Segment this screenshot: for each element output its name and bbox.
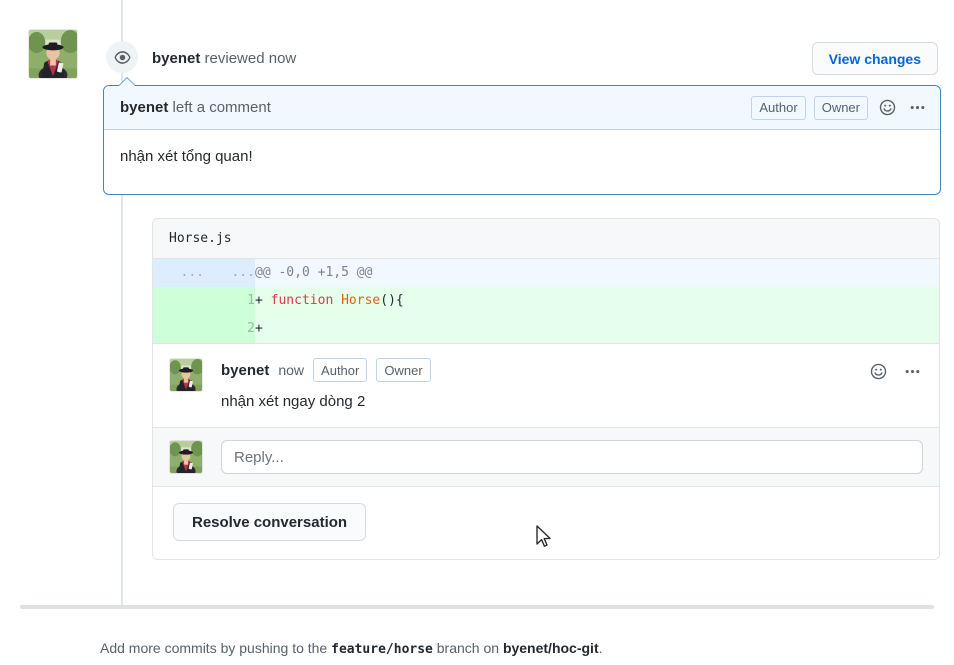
comment-header-actions: Author Owner	[751, 95, 928, 120]
comment-author[interactable]: byenet	[120, 99, 168, 116]
resolve-conversation-button[interactable]: Resolve conversation	[173, 503, 367, 541]
hunk-header-text: @@ -0,0 +1,5 @@	[255, 259, 939, 287]
added-new-lineno[interactable]: 2	[204, 315, 255, 343]
review-header: byenet reviewed now View changes	[0, 14, 954, 79]
footer-middle: branch on	[436, 640, 500, 656]
hunk-old-lineno: ...	[153, 259, 204, 287]
pull-request-review-page: byenet reviewed now View changes byenet …	[0, 0, 954, 665]
footer-note: Add more commits by pushing to the featu…	[100, 638, 603, 660]
review-comment-box: byenet left a comment Author Owner nhận …	[103, 77, 941, 195]
footer-suffix: .	[598, 640, 603, 656]
review-state-badge	[106, 41, 138, 73]
review-action: reviewed	[204, 50, 265, 67]
diff-marker: +	[255, 321, 263, 336]
diff-filename[interactable]: Horse.js	[153, 219, 939, 259]
smiley-icon[interactable]	[867, 360, 889, 382]
comment-action: left a comment	[172, 99, 271, 116]
reply-input[interactable]	[221, 440, 923, 474]
added-code-line: + function Horse(){	[255, 287, 939, 315]
avatar-image	[170, 359, 202, 391]
review-author[interactable]: byenet	[152, 50, 200, 67]
code-token-keyword: function	[270, 293, 342, 308]
diff-row-added: 2 +	[153, 315, 939, 343]
added-old-lineno	[153, 315, 204, 343]
avatar[interactable]	[169, 440, 203, 474]
section-divider	[20, 605, 934, 609]
view-changes-button[interactable]: View changes	[811, 42, 938, 75]
avatar-image	[170, 441, 202, 473]
review-summary-text: byenet reviewed now	[152, 48, 296, 70]
inline-comment-author[interactable]: byenet	[221, 362, 269, 379]
smiley-icon[interactable]	[876, 97, 898, 119]
inline-comment-body: nhận xét ngay dòng 2	[221, 393, 366, 410]
footer-branch: feature/horse	[331, 642, 433, 657]
code-token-punct: (){	[380, 293, 404, 308]
eye-icon	[114, 50, 130, 64]
footer-prefix: Add more commits by pushing to the	[100, 640, 328, 656]
diff-marker: +	[255, 293, 263, 308]
resolve-row: Resolve conversation	[153, 486, 939, 559]
inline-comment: byenet now Author Owner nhận xét ngay dò…	[153, 343, 939, 427]
code-token-function-name: Horse	[341, 293, 381, 308]
comment-header-title: byenet left a comment	[120, 99, 271, 116]
badge-author: Author	[313, 358, 368, 382]
kebab-menu-icon[interactable]	[906, 97, 928, 119]
comment-header: byenet left a comment Author Owner	[104, 86, 940, 130]
footer-repo: byenet/hoc-git	[502, 640, 599, 656]
badge-owner: Owner	[376, 358, 431, 382]
avatar[interactable]	[28, 29, 78, 79]
badge-author: Author	[751, 95, 806, 120]
added-old-lineno	[153, 287, 204, 315]
badge-owner: Owner	[813, 95, 868, 120]
added-new-lineno[interactable]: 1	[204, 287, 255, 315]
kebab-menu-icon[interactable]	[901, 360, 923, 382]
comment-caret-inner	[119, 78, 135, 86]
diff-row-added: 1 + function Horse(){	[153, 287, 939, 315]
hunk-new-lineno: ...	[204, 259, 255, 287]
inline-comment-timestamp: now	[278, 362, 305, 378]
diff-table: ... ... @@ -0,0 +1,5 @@ 1 + function Hor…	[153, 259, 939, 343]
inline-comment-actions	[867, 360, 923, 382]
added-code-line: +	[255, 315, 939, 343]
avatar[interactable]	[169, 358, 203, 392]
diff-row-hunk: ... ... @@ -0,0 +1,5 @@	[153, 259, 939, 287]
diff-container: Horse.js ... ... @@ -0,0 +1,5 @@ 1 + fun…	[152, 218, 940, 560]
review-timestamp: now	[268, 50, 297, 67]
avatar-image	[29, 30, 77, 78]
comment-body-text: nhận xét tổng quan!	[120, 148, 253, 165]
reply-row	[153, 427, 939, 486]
